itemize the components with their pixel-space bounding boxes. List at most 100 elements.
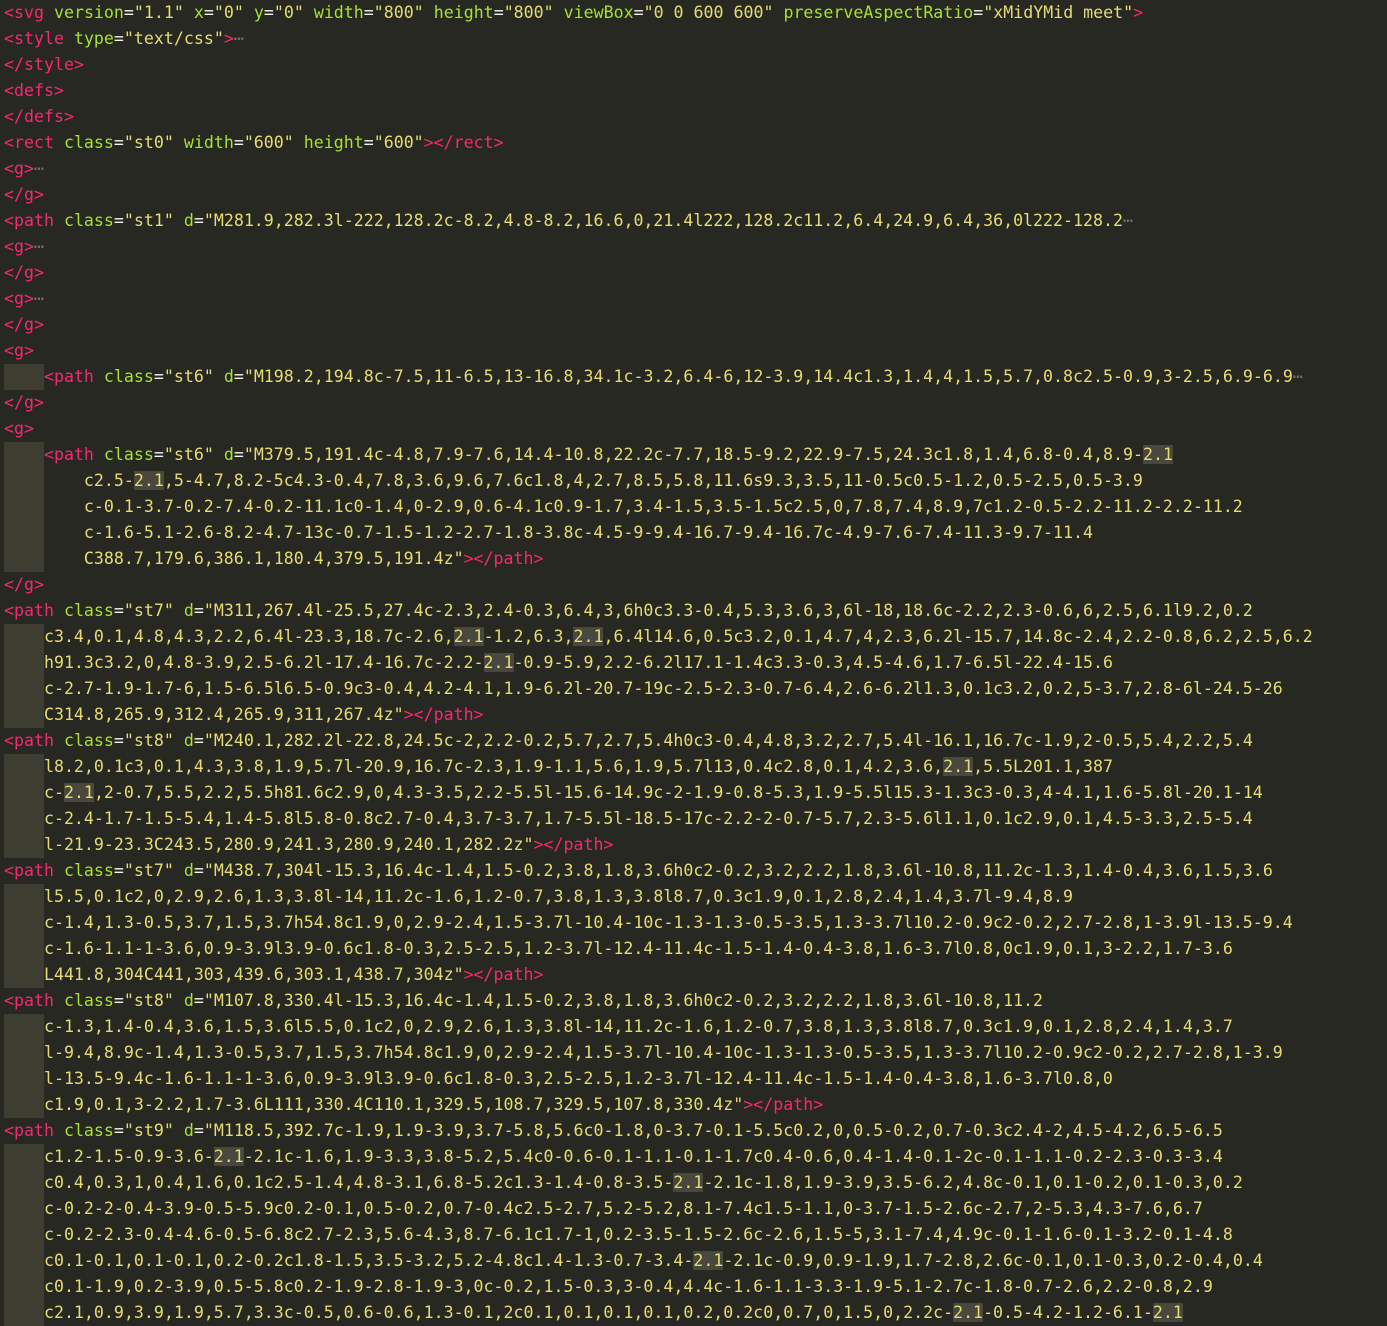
code-token: "800" [503,3,554,22]
code-line: <defs> [4,78,64,104]
code-token: "M118.5,392.7c-1.9,1.9-3.9,3.7-5.8,5.6c0… [203,1121,1223,1140]
code-line: c-1.6-5.1-2.6-8.2-4.7-13c-0.7-1.5-1.2-2.… [4,520,1093,546]
code-line: <g>⋯ [4,156,44,182]
code-token: = [193,601,204,620]
code-token: "text/css" [123,29,224,48]
code-token: </style> [4,55,84,74]
code-token: ,6.4l14.6,0.5c3.2,0.1,4.7,4,2.3,6.2l-15.… [603,627,1313,646]
code-line: <path class="st7" d="M438.7,304l-15.3,16… [4,858,1273,884]
code-token: L441.8,304C441,303,439.6,303.1,438.7,304… [4,965,464,984]
code-token: c2.5- [4,471,134,490]
code-token: c0.4,0.3,1,0.4,1.6,0.1c2.5-1.4,4.8-3.1,6… [4,1173,674,1192]
code-token: = [193,211,204,230]
code-line: <g>⋯ [4,234,44,260]
code-token: = [113,991,124,1010]
code-token: c0.1-0.1,0.1-0.1,0.2-0.2c1.8-1.5,3.5-3.2… [4,1251,694,1270]
code-token: l8.2,0.1c3,0.1,4.3,3.8,1.9,5.7l-20.9,16.… [4,757,944,776]
code-token: y [253,3,264,22]
code-token: ></path> [463,965,544,984]
code-editor[interactable]: <svg version="1.1" x="0" y="0" width="80… [0,0,1387,1326]
code-line: l-13.5-9.4c-1.6-1.1-1-3.6,0.9-3.9l3.9-0.… [4,1066,1113,1092]
code-token: </g> [4,575,44,594]
code-token: ></path> [743,1095,824,1114]
code-line: c0.1-0.1,0.1-0.1,0.2-0.2c1.8-1.5,3.5-3.2… [4,1248,1263,1274]
code-token: "M379.5,191.4c-4.8,7.9-7.6,14.4-10.8,22.… [243,445,1143,464]
code-token: "st6" [163,445,214,464]
fold-ellipsis-icon[interactable]: ⋯ [34,237,44,256]
code-line: <path class="st1" d="M281.9,282.3l-222,1… [4,208,1133,234]
code-token: ></path> [403,705,484,724]
code-token: 2.1 [133,471,164,490]
code-token: <path [4,1121,54,1140]
code-token: ></rect> [423,133,504,152]
code-token: -1.2,6.3, [483,627,574,646]
code-token: l-9.4,8.9c-1.4,1.3-0.5,3.7,1.5,3.7h54.8c… [4,1043,1283,1062]
code-token: <rect [4,133,54,152]
code-line: </defs> [4,104,74,130]
code-token: = [193,991,204,1010]
code-token: d [183,861,194,880]
code-token: </g> [4,393,44,412]
code-token: = [973,3,984,22]
code-token: "st8" [123,991,174,1010]
code-token: = [113,211,124,230]
code-token: c3.4,0.1,4.8,4.3,2.2,6.4l-23.3,18.7c-2.6… [4,627,454,646]
code-token: = [113,1121,124,1140]
code-token: width [313,3,364,22]
code-token: class [103,367,154,386]
code-line: c-1.3,1.4-0.4,3.6,1.5,3.6l5.5,0.1c2,0,2.… [4,1014,1233,1040]
code-token: = [113,29,124,48]
code-token: = [113,861,124,880]
code-token: </g> [4,185,44,204]
code-token: = [113,601,124,620]
code-token: "st8" [123,731,174,750]
code-token: c-2.7-1.9-1.7-6,1.5-6.5l6.5-0.9c3-0.4,4.… [4,679,1283,698]
fold-ellipsis-icon[interactable]: ⋯ [234,29,244,48]
code-token: "600" [373,133,424,152]
code-token: "600" [243,133,294,152]
code-line: c0.4,0.3,1,0.4,1.6,0.1c2.5-1.4,4.8-3.1,6… [4,1170,1243,1196]
code-token: <path [43,445,94,464]
code-token: = [363,133,374,152]
code-token: = [493,3,504,22]
code-token: width [183,133,234,152]
code-token: 2.1 [213,1147,244,1166]
fold-ellipsis-icon[interactable]: ⋯ [34,289,44,308]
code-token: ,5.5L201.1,387 [973,757,1113,776]
code-token: version [53,3,124,22]
code-token: c1.2-1.5-0.9-3.6- [4,1147,214,1166]
fold-ellipsis-icon[interactable]: ⋯ [1293,367,1303,386]
code-token: 2.1 [63,783,94,802]
fold-ellipsis-icon[interactable]: ⋯ [1123,211,1133,230]
fold-ellipsis-icon[interactable]: ⋯ [34,159,44,178]
code-line: c0.1-1.9,0.2-3.9,0.5-5.8c0.2-1.9-2.8-1.9… [4,1274,1213,1300]
code-token: preserveAspectRatio [783,3,974,22]
code-line: </g> [4,572,44,598]
code-token: > [223,29,234,48]
code-token: 2.1 [673,1173,704,1192]
code-token: "M281.9,282.3l-222,128.2c-8.2,4.8-8.2,16… [203,211,1123,230]
code-token: "M198.2,194.8c-7.5,11-6.5,13-16.8,34.1c-… [243,367,1293,386]
code-token: <path [43,367,94,386]
code-token: c2.1,0.9,3.9,1.9,5.7,3.3c-0.5,0.6-0.6,1.… [4,1303,954,1322]
code-token: "M438.7,304l-15.3,16.4c-1.4,1.5-0.2,3.8,… [203,861,1273,880]
code-line: <rect class="st0" width="600" height="60… [4,130,504,156]
code-line: c2.1,0.9,3.9,1.9,5.7,3.3c-0.5,0.6-0.6,1.… [4,1300,1183,1326]
code-token: height [433,3,494,22]
code-token: d [183,1121,194,1140]
code-token: height [303,133,364,152]
code-line: <g> [4,338,34,364]
code-token: C314.8,265.9,312.4,265.9,311,267.4z" [4,705,404,724]
code-token: -2.1c-1.8,1.9-3.9,3.5-6.2,4.8c-0.1,0.1-0… [703,1173,1243,1192]
code-token: class [63,211,114,230]
code-line: <path class="st6" d="M379.5,191.4c-4.8,7… [4,442,1173,468]
